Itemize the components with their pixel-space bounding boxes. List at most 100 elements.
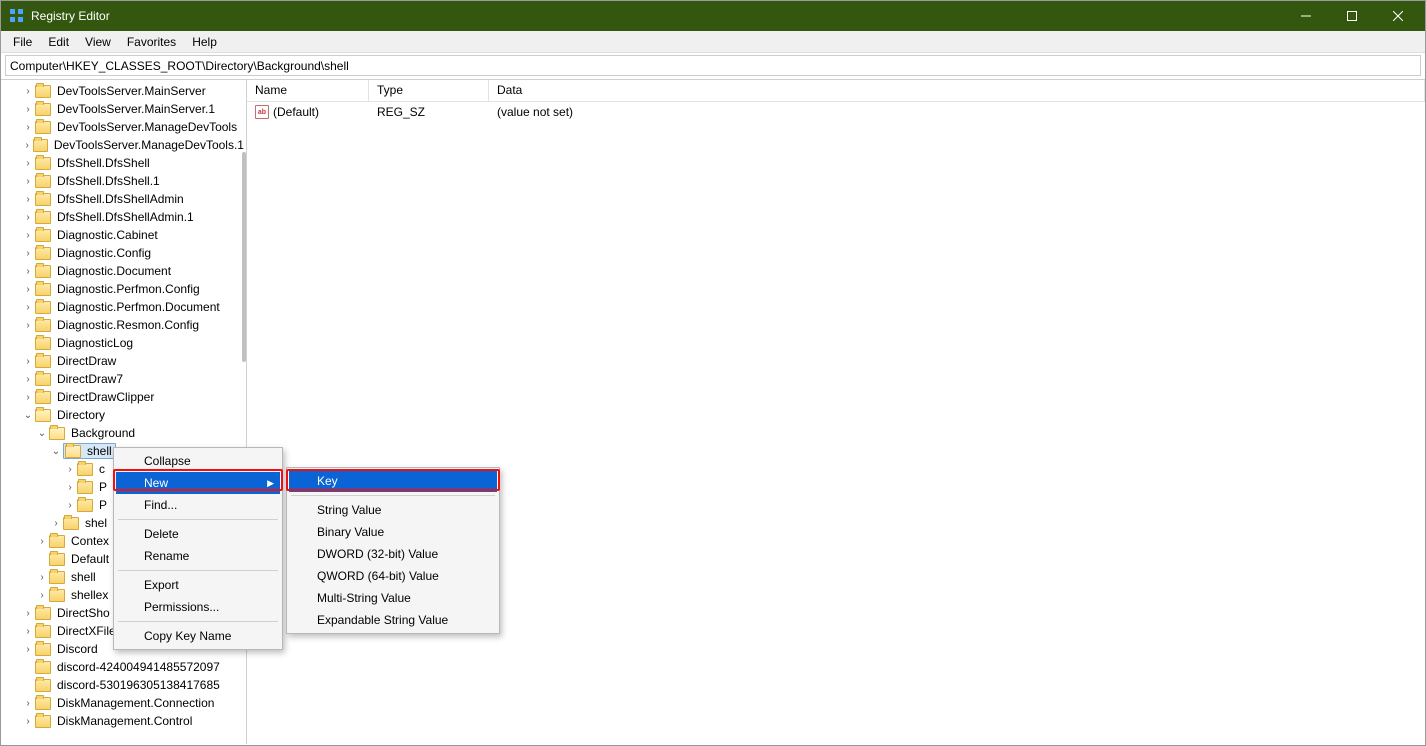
tree-item[interactable]: ⌄Background <box>1 424 246 442</box>
expand-icon[interactable]: › <box>21 356 35 367</box>
folder-icon <box>35 661 51 674</box>
col-name[interactable]: Name <box>247 80 369 101</box>
tree-item[interactable]: ›DevToolsServer.ManageDevTools.1 <box>1 136 246 154</box>
expand-icon[interactable]: › <box>21 248 35 259</box>
expand-icon[interactable]: › <box>49 518 63 529</box>
expand-icon[interactable]: › <box>21 644 35 655</box>
tree-item[interactable]: ›Diagnostic.Document <box>1 262 246 280</box>
expand-icon[interactable]: › <box>21 302 35 313</box>
menu-edit[interactable]: Edit <box>40 33 77 51</box>
folder-icon <box>35 85 51 98</box>
expand-icon[interactable]: › <box>21 212 35 223</box>
tree-label: DevToolsServer.MainServer.1 <box>55 102 217 116</box>
cm-copy-key-name[interactable]: Copy Key Name <box>116 625 280 647</box>
menu-help[interactable]: Help <box>184 33 225 51</box>
minimize-button[interactable] <box>1283 1 1329 31</box>
tree-item[interactable]: ›DirectDraw <box>1 352 246 370</box>
expand-icon[interactable]: › <box>21 122 35 133</box>
address-bar[interactable]: Computer\HKEY_CLASSES_ROOT\Directory\Bac… <box>5 55 1421 76</box>
tree-item[interactable]: ›Diagnostic.Config <box>1 244 246 262</box>
folder-icon <box>49 589 65 602</box>
tree-item[interactable]: ⌄Directory <box>1 406 246 424</box>
cm-new-expandstring[interactable]: Expandable String Value <box>289 609 497 631</box>
folder-icon <box>35 319 51 332</box>
tree-item[interactable]: ›Diagnostic.Perfmon.Config <box>1 280 246 298</box>
tree-item[interactable]: ›DfsShell.DfsShell <box>1 154 246 172</box>
expand-icon[interactable]: › <box>35 572 49 583</box>
tree-item[interactable]: ›DirectDrawClipper <box>1 388 246 406</box>
tree-label: Diagnostic.Perfmon.Document <box>55 300 222 314</box>
chevron-right-icon: ▶ <box>267 478 274 489</box>
folder-icon <box>35 409 51 422</box>
collapse-icon[interactable]: ⌄ <box>35 428 49 439</box>
tree-item[interactable]: ›DevToolsServer.MainServer <box>1 82 246 100</box>
cm-new-dword[interactable]: DWORD (32-bit) Value <box>289 543 497 565</box>
cm-new-qword[interactable]: QWORD (64-bit) Value <box>289 565 497 587</box>
tree-item[interactable]: › Diagnostic.Perfmon.Document <box>1 298 246 316</box>
tree-item[interactable]: ›DfsShell.DfsShellAdmin.1 <box>1 208 246 226</box>
tree-item[interactable]: discord-530196305138417685 <box>1 676 246 694</box>
expand-icon[interactable]: › <box>35 590 49 601</box>
cm-rename[interactable]: Rename <box>116 545 280 567</box>
expand-icon[interactable]: › <box>21 320 35 331</box>
maximize-button[interactable] <box>1329 1 1375 31</box>
cm-delete[interactable]: Delete <box>116 523 280 545</box>
expand-icon[interactable]: › <box>21 86 35 97</box>
tree-item[interactable]: ›DiskManagement.Control <box>1 712 246 730</box>
menu-view[interactable]: View <box>77 33 119 51</box>
expand-icon[interactable]: › <box>21 608 35 619</box>
cm-new-multistring[interactable]: Multi-String Value <box>289 587 497 609</box>
cm-permissions[interactable]: Permissions... <box>116 596 280 618</box>
value-row[interactable]: ab(Default)REG_SZ(value not set) <box>247 102 1425 122</box>
scrollbar-thumb[interactable] <box>242 152 246 362</box>
expand-icon[interactable]: › <box>21 374 35 385</box>
tree-item[interactable]: › DevToolsServer.MainServer.1 <box>1 100 246 118</box>
expand-icon[interactable]: › <box>21 176 35 187</box>
expand-icon[interactable]: › <box>21 716 35 727</box>
tree-item[interactable]: discord-424004941485572097 <box>1 658 246 676</box>
cm-export[interactable]: Export <box>116 574 280 596</box>
cm-new-key[interactable]: Key <box>289 470 497 492</box>
values-pane[interactable]: Name Type Data ab(Default)REG_SZ(value n… <box>247 80 1425 744</box>
cm-collapse[interactable]: Collapse <box>116 450 280 472</box>
expand-icon[interactable]: › <box>63 500 77 511</box>
tree-item[interactable]: ›DfsShell.DfsShell.1 <box>1 172 246 190</box>
expand-icon[interactable]: › <box>21 626 35 637</box>
col-data[interactable]: Data <box>489 80 1425 101</box>
expand-icon[interactable]: › <box>21 104 35 115</box>
tree-item[interactable]: DiagnosticLog <box>1 334 246 352</box>
tree-item[interactable]: ›DevToolsServer.ManageDevTools <box>1 118 246 136</box>
menu-file[interactable]: File <box>5 33 40 51</box>
separator <box>118 570 278 571</box>
folder-icon <box>35 103 51 116</box>
expand-icon[interactable]: › <box>21 230 35 241</box>
tree-item[interactable]: ›DfsShell.DfsShellAdmin <box>1 190 246 208</box>
tree-item[interactable]: ›Diagnostic.Resmon.Config <box>1 316 246 334</box>
folder-icon <box>35 301 51 314</box>
expand-icon[interactable]: › <box>21 698 35 709</box>
menu-favorites[interactable]: Favorites <box>119 33 184 51</box>
expand-icon[interactable]: › <box>21 158 35 169</box>
collapse-icon[interactable]: ⌄ <box>21 410 35 421</box>
expand-icon[interactable]: › <box>21 266 35 277</box>
tree-label: P <box>97 498 109 512</box>
expand-icon[interactable]: › <box>21 392 35 403</box>
cm-new-binary[interactable]: Binary Value <box>289 521 497 543</box>
tree-item[interactable]: ›DiskManagement.Connection <box>1 694 246 712</box>
expand-icon[interactable]: › <box>21 140 33 151</box>
tree-item[interactable]: ›Diagnostic.Cabinet <box>1 226 246 244</box>
tree-label: shellex <box>69 588 110 602</box>
cm-find[interactable]: Find... <box>116 494 280 516</box>
expand-icon[interactable]: › <box>63 464 77 475</box>
expand-icon[interactable]: › <box>63 482 77 493</box>
cm-new[interactable]: New▶ <box>116 472 280 494</box>
cm-new-string[interactable]: String Value <box>289 499 497 521</box>
value-name: (Default) <box>273 105 319 119</box>
expand-icon[interactable]: › <box>21 194 35 205</box>
close-button[interactable] <box>1375 1 1421 31</box>
tree-item[interactable]: ›DirectDraw7 <box>1 370 246 388</box>
expand-icon[interactable]: › <box>35 536 49 547</box>
collapse-icon[interactable]: ⌄ <box>49 446 63 457</box>
col-type[interactable]: Type <box>369 80 489 101</box>
expand-icon[interactable]: › <box>21 284 35 295</box>
